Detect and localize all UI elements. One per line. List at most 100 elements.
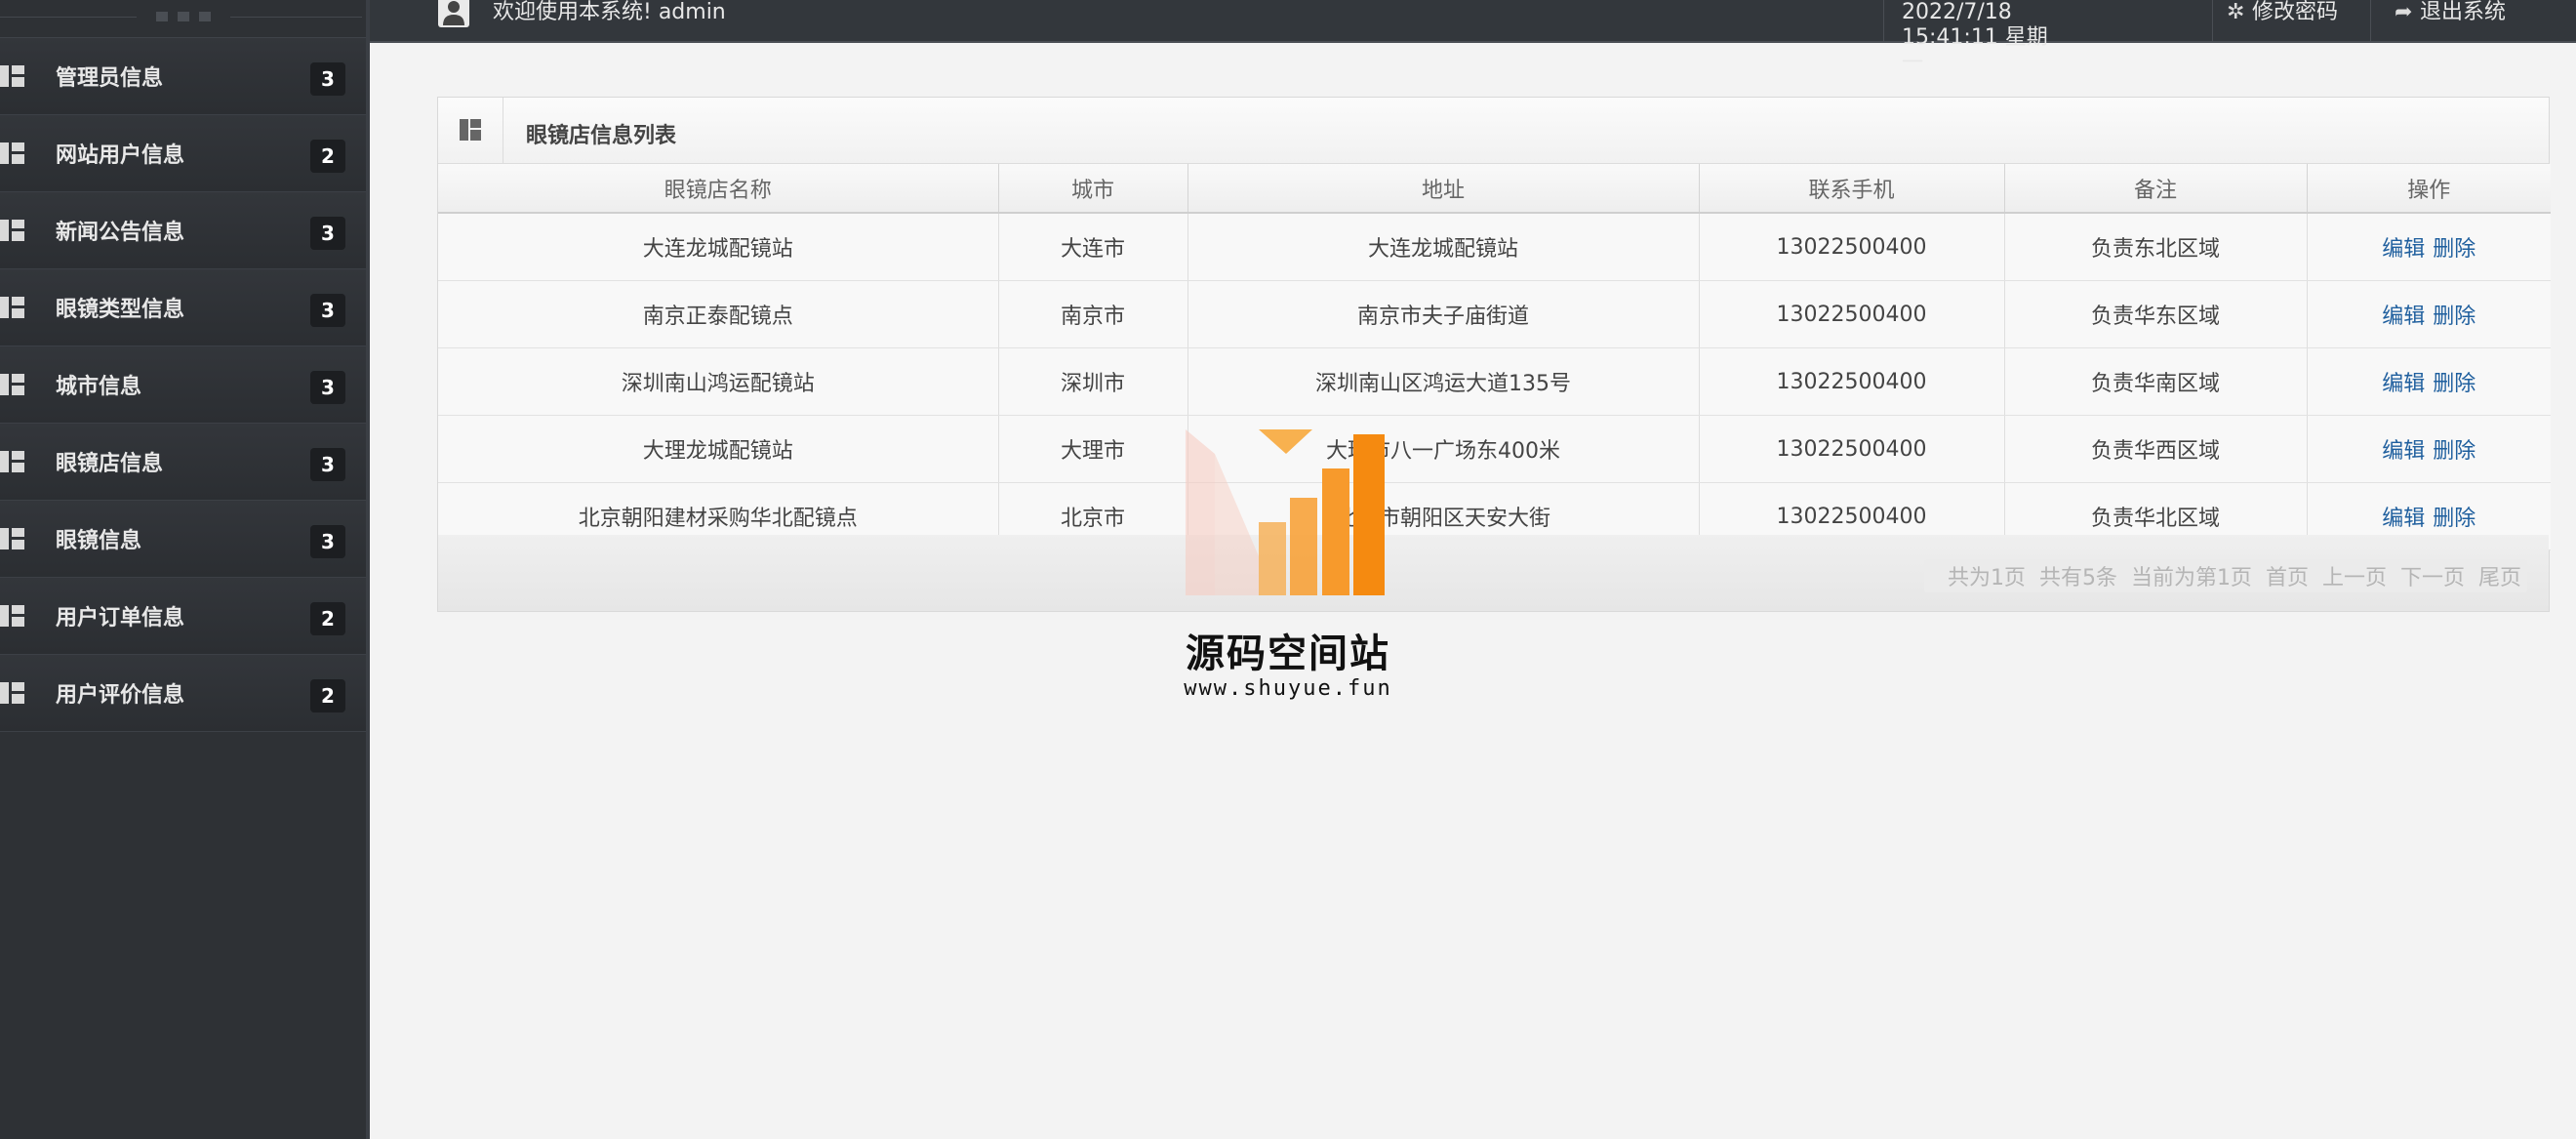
count-badge: 3 bbox=[310, 448, 345, 481]
count-badge: 2 bbox=[310, 679, 345, 712]
user-icon bbox=[438, 0, 469, 27]
dashboard-icon bbox=[0, 374, 24, 395]
welcome-message: 欢迎使用本系统! admin bbox=[493, 0, 726, 24]
dashboard-icon bbox=[0, 605, 24, 627]
column-header: 备注 bbox=[2004, 164, 2308, 214]
delete-link[interactable]: 删除 bbox=[2433, 237, 2475, 262]
sidebar: 管理员信息 3 网站用户信息 2 新闻公告信息 3 眼镜类型信息 3 城市信息 3 眼镜店信息 3 眼镜… bbox=[0, 0, 370, 1139]
table-row: 大连龙城配镜站 大连市 大连龙城配镜站 13022500400 负责东北区域 编辑 删除 bbox=[438, 213, 2551, 281]
panel-title: 眼镜店信息列表 bbox=[526, 124, 677, 148]
watermark-title: 源码空间站 bbox=[1186, 631, 1390, 676]
panel-icon bbox=[438, 98, 503, 163]
sidebar-item[interactable]: 眼镜类型信息 3 bbox=[0, 269, 366, 346]
city-cell: 南京市 bbox=[998, 280, 1188, 348]
sidebar-item[interactable]: 用户评价信息 2 bbox=[0, 655, 366, 732]
store-name-cell: 大理龙城配镜站 bbox=[438, 415, 999, 483]
count-badge: 3 bbox=[310, 62, 345, 96]
column-header: 地址 bbox=[1187, 164, 1700, 214]
sidebar-item-label: 眼镜类型信息 bbox=[56, 298, 185, 322]
top-bar: 欢迎使用本系统! admin 2022/7/18 15:41:11 星期一 ✲ 修… bbox=[370, 0, 2576, 75]
note-cell: 负责华西区域 bbox=[2004, 415, 2308, 483]
sidebar-item[interactable]: 新闻公告信息 3 bbox=[0, 192, 366, 269]
total-pages: 共为1页 bbox=[1947, 566, 2026, 590]
watermark-url: www.shuyue.fun bbox=[1184, 676, 1392, 701]
count-badge: 3 bbox=[310, 294, 345, 327]
sidebar-item[interactable]: 眼镜信息 3 bbox=[0, 501, 366, 578]
sidebar-item-label: 网站用户信息 bbox=[56, 143, 185, 168]
first-page-link[interactable]: 首页 bbox=[2266, 560, 2309, 591]
column-header: 眼镜店名称 bbox=[438, 164, 999, 214]
note-cell: 负责东北区域 bbox=[2004, 213, 2308, 281]
dashboard-icon bbox=[0, 682, 24, 704]
city-cell: 大连市 bbox=[998, 213, 1188, 281]
dashboard-icon bbox=[0, 528, 24, 549]
datetime-display: 2022/7/18 15:41:11 星期一 bbox=[1883, 0, 2057, 75]
prev-page-link[interactable]: 上一页 bbox=[2322, 560, 2387, 591]
logout-button[interactable]: ➦ 退出系统 bbox=[2370, 0, 2576, 41]
pagination-bar: 共为1页 共有5条 当前为第1页 首页 上一页 下一页 尾页 bbox=[438, 535, 2549, 611]
address-cell: 大连龙城配镜站 bbox=[1187, 213, 1700, 281]
count-badge: 2 bbox=[310, 602, 345, 635]
store-name-cell: 南京正泰配镜点 bbox=[438, 280, 999, 348]
sidebar-item-label: 新闻公告信息 bbox=[56, 221, 185, 245]
edit-link[interactable]: 编辑 bbox=[2382, 439, 2425, 464]
count-badge: 2 bbox=[310, 140, 345, 173]
pagination: 共为1页 共有5条 当前为第1页 首页 上一页 下一页 尾页 bbox=[1923, 559, 2527, 592]
address-cell: 南京市夫子庙街道 bbox=[1187, 280, 1700, 348]
delete-link[interactable]: 删除 bbox=[2433, 372, 2475, 396]
table-header-row: 眼镜店名称 城市 地址 联系手机 备注 操作 bbox=[438, 164, 2551, 214]
current-page: 当前为第1页 bbox=[2130, 566, 2252, 590]
sidebar-item[interactable]: 网站用户信息 2 bbox=[0, 115, 366, 192]
column-header: 联系手机 bbox=[1699, 164, 2005, 214]
sidebar-item-label: 用户评价信息 bbox=[56, 683, 185, 708]
sidebar-item[interactable]: 管理员信息 3 bbox=[0, 38, 366, 115]
store-table: 眼镜店名称 城市 地址 联系手机 备注 操作 大连龙城配镜站 大连市 大连龙城配镜站… bbox=[438, 164, 2551, 550]
edit-link[interactable]: 编辑 bbox=[2382, 237, 2425, 262]
delete-link[interactable]: 删除 bbox=[2433, 305, 2475, 329]
gear-icon: ✲ bbox=[2227, 0, 2245, 24]
sidebar-item-label: 眼镜店信息 bbox=[56, 452, 164, 476]
sidebar-item-label: 用户订单信息 bbox=[56, 606, 185, 631]
count-badge: 3 bbox=[310, 371, 345, 404]
actions-cell: 编辑 删除 bbox=[2307, 280, 2551, 348]
delete-link[interactable]: 删除 bbox=[2433, 507, 2475, 531]
store-name-cell: 深圳南山鸿运配镜站 bbox=[438, 347, 999, 416]
share-arrow-icon: ➦ bbox=[2395, 0, 2413, 24]
sidebar-nav: 管理员信息 3 网站用户信息 2 新闻公告信息 3 眼镜类型信息 3 城市信息 3 眼镜店信息 3 眼镜… bbox=[0, 38, 366, 732]
count-badge: 3 bbox=[310, 217, 345, 250]
edit-link[interactable]: 编辑 bbox=[2382, 507, 2425, 531]
total-items: 共有5条 bbox=[2038, 566, 2117, 590]
column-header: 城市 bbox=[998, 164, 1188, 214]
dashboard-icon bbox=[0, 220, 24, 241]
actions-cell: 编辑 删除 bbox=[2307, 347, 2551, 416]
dashboard-icon bbox=[0, 297, 24, 318]
actions-cell: 编辑 删除 bbox=[2307, 415, 2551, 483]
change-password-button[interactable]: ✲ 修改密码 bbox=[2212, 0, 2370, 41]
address-cell: 深圳南山区鸿运大道135号 bbox=[1187, 347, 1700, 416]
dashboard-icon bbox=[0, 65, 24, 87]
city-cell: 大理市 bbox=[998, 415, 1188, 483]
note-cell: 负责华南区域 bbox=[2004, 347, 2308, 416]
sidebar-item-label: 管理员信息 bbox=[56, 66, 164, 91]
sidebar-header bbox=[0, 0, 366, 38]
actions-cell: 编辑 删除 bbox=[2307, 213, 2551, 281]
sidebar-item[interactable]: 城市信息 3 bbox=[0, 346, 366, 424]
delete-link[interactable]: 删除 bbox=[2433, 439, 2475, 464]
sidebar-item-label: 眼镜信息 bbox=[56, 529, 142, 553]
next-page-link[interactable]: 下一页 bbox=[2400, 560, 2465, 591]
note-cell: 负责华东区域 bbox=[2004, 280, 2308, 348]
store-name-cell: 大连龙城配镜站 bbox=[438, 213, 999, 281]
sidebar-item[interactable]: 眼镜店信息 3 bbox=[0, 424, 366, 501]
edit-link[interactable]: 编辑 bbox=[2382, 305, 2425, 329]
sidebar-item[interactable]: 用户订单信息 2 bbox=[0, 578, 366, 655]
watermark-logo bbox=[1186, 429, 1385, 595]
sidebar-toggle-handle[interactable] bbox=[146, 12, 221, 21]
sidebar-item-label: 城市信息 bbox=[56, 375, 142, 399]
dashboard-icon bbox=[0, 142, 24, 164]
store-list-panel: 眼镜店信息列表 眼镜店名称 城市 地址 联系手机 备注 操作 大连龙城配镜站 大连… bbox=[437, 97, 2551, 612]
last-page-link[interactable]: 尾页 bbox=[2478, 560, 2521, 591]
phone-cell: 13022500400 bbox=[1699, 280, 2005, 348]
edit-link[interactable]: 编辑 bbox=[2382, 372, 2425, 396]
panel-header: 眼镜店信息列表 bbox=[438, 98, 2549, 164]
column-header: 操作 bbox=[2307, 164, 2551, 214]
